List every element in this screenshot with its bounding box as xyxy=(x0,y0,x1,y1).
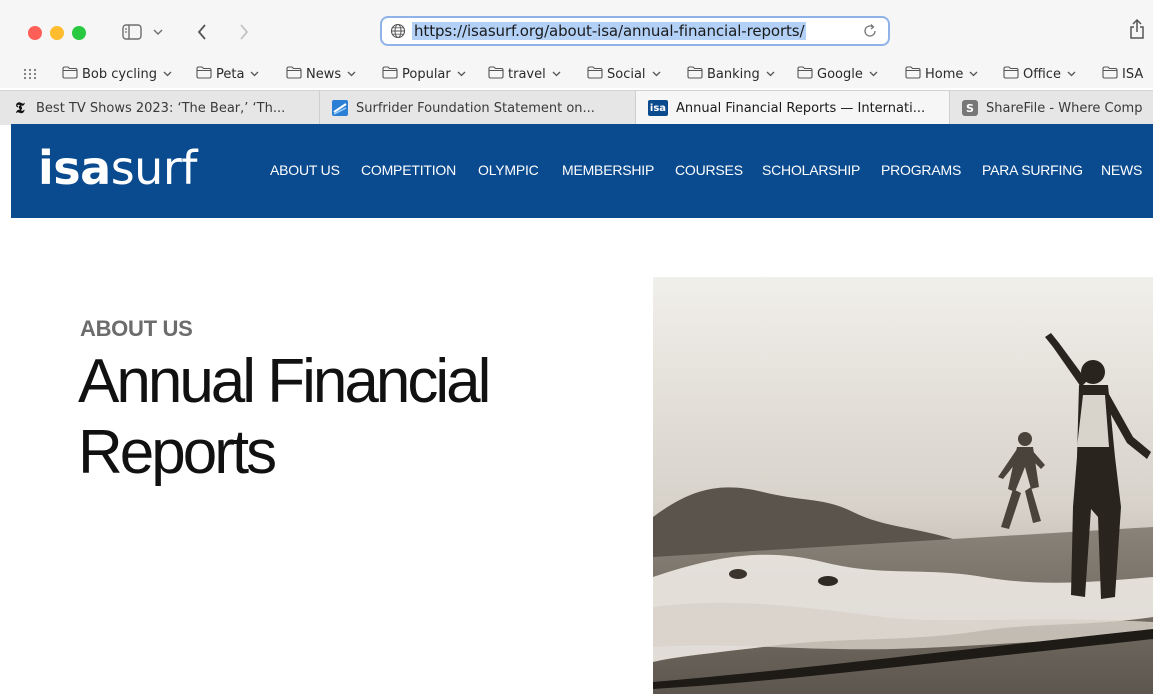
folder-icon xyxy=(196,66,212,83)
folder-icon xyxy=(488,66,504,83)
folder-icon xyxy=(286,66,302,83)
bookmark-folder-isa[interactable]: ISA xyxy=(1102,66,1143,83)
globe-icon xyxy=(390,23,406,44)
bookmark-folder-news[interactable]: News xyxy=(286,66,356,83)
chevron-down-icon xyxy=(347,70,356,80)
bookmark-folder-peta[interactable]: Peta xyxy=(196,66,259,83)
bookmark-folder-office[interactable]: Office xyxy=(1003,66,1076,83)
folder-icon xyxy=(1102,66,1118,83)
folder-icon xyxy=(687,66,703,83)
bookmark-label: Popular xyxy=(402,67,451,82)
browser-toolbar: https://isasurf.org/about-isa/annual-fin… xyxy=(0,0,1153,62)
bookmark-folder-home[interactable]: Home xyxy=(905,66,978,83)
reload-icon[interactable] xyxy=(862,23,878,44)
section-eyebrow: ABOUT US xyxy=(80,316,193,341)
chevron-down-icon xyxy=(552,70,561,80)
isasurf-logo[interactable]: isasurf xyxy=(38,142,197,194)
nav-competition[interactable]: COMPETITION xyxy=(361,162,456,178)
bookmark-folder-banking[interactable]: Banking xyxy=(687,66,775,83)
url-text[interactable]: https://isasurf.org/about-isa/annual-fin… xyxy=(412,22,807,40)
bookmarks-bar: Bob cycling Peta News Popular travel Social Ba… xyxy=(0,62,1153,88)
bookmark-label: News xyxy=(306,67,342,82)
bookmark-label: Banking xyxy=(707,67,760,82)
site-header: isasurf ABOUT US COMPETITION OLYMPIC MEM… xyxy=(11,124,1153,218)
chevron-down-icon xyxy=(652,70,661,80)
nav-about-us[interactable]: ABOUT US xyxy=(270,162,340,178)
hero-photo-surfers xyxy=(653,277,1153,694)
folder-icon xyxy=(382,66,398,83)
grid-icon[interactable] xyxy=(23,68,37,84)
chevron-down-icon xyxy=(163,70,172,80)
nyt-icon: 𝕿 xyxy=(15,99,25,117)
nav-scholarship[interactable]: SCHOLARSHIP xyxy=(762,162,860,178)
folder-icon xyxy=(62,66,78,83)
chevron-down-icon xyxy=(969,70,978,80)
chevron-down-icon[interactable] xyxy=(150,18,166,46)
tab-sharefile[interactable]: S ShareFile - Where Comp xyxy=(950,91,1153,125)
bookmark-label: Google xyxy=(817,67,863,82)
tab-surfrider[interactable]: Surfrider Foundation Statement on... xyxy=(320,91,636,125)
bookmark-folder-google[interactable]: Google xyxy=(797,66,878,83)
zoom-window-button[interactable] xyxy=(72,26,86,40)
bookmark-label: Home xyxy=(925,67,964,82)
page-title-line-1: Annual Financial xyxy=(78,347,491,416)
sharefile-icon: S xyxy=(962,100,978,116)
folder-icon xyxy=(587,66,603,83)
tab-title: Surfrider Foundation Statement on... xyxy=(356,100,595,116)
address-bar[interactable]: https://isasurf.org/about-isa/annual-fin… xyxy=(380,16,890,46)
nav-programs[interactable]: PROGRAMS xyxy=(881,162,961,178)
nav-news[interactable]: NEWS xyxy=(1101,162,1142,178)
chevron-down-icon xyxy=(869,70,878,80)
bookmark-folder-social[interactable]: Social xyxy=(587,66,661,83)
minimize-window-button[interactable] xyxy=(50,26,64,40)
bookmark-label: Social xyxy=(607,67,646,82)
page-title-line-2: Reports xyxy=(78,418,277,487)
chevron-down-icon xyxy=(457,70,466,80)
tab-title: Best TV Shows 2023: ‘The Bear,’ ‘Th... xyxy=(36,100,286,116)
page-title: Annual Financial Reports xyxy=(78,346,598,488)
bookmark-label: Bob cycling xyxy=(82,67,157,82)
folder-icon xyxy=(1003,66,1019,83)
bookmark-label: Peta xyxy=(216,67,245,82)
chevron-down-icon xyxy=(1067,70,1076,80)
folder-icon xyxy=(797,66,813,83)
nav-courses[interactable]: COURSES xyxy=(675,162,743,178)
folder-icon xyxy=(905,66,921,83)
nav-membership[interactable]: MEMBERSHIP xyxy=(562,162,654,178)
forward-arrow-icon[interactable] xyxy=(232,18,256,46)
sidebar-toggle-icon[interactable] xyxy=(118,18,146,46)
chevron-down-icon xyxy=(766,70,775,80)
surfrider-icon xyxy=(332,100,348,116)
tab-title: ShareFile - Where Comp xyxy=(986,100,1143,116)
nav-para-surfing[interactable]: PARA SURFING xyxy=(982,162,1083,178)
bookmark-folder-travel[interactable]: travel xyxy=(488,66,561,83)
bookmark-label: ISA xyxy=(1122,67,1144,82)
back-arrow-icon[interactable] xyxy=(190,18,214,46)
bookmark-label: travel xyxy=(508,67,546,82)
close-window-button[interactable] xyxy=(28,26,42,40)
tab-isa-active[interactable]: isa Annual Financial Reports — Internati… xyxy=(636,91,950,125)
chevron-down-icon xyxy=(250,70,259,80)
isa-icon: isa xyxy=(648,100,668,116)
share-icon[interactable] xyxy=(1128,18,1146,45)
tab-bar: 𝕿 Best TV Shows 2023: ‘The Bear,’ ‘Th...… xyxy=(0,90,1153,125)
nav-olympic[interactable]: OLYMPIC xyxy=(478,162,539,178)
bookmark-folder-bob-cycling[interactable]: Bob cycling xyxy=(62,66,172,83)
tab-title: Annual Financial Reports — Internati... xyxy=(676,100,926,116)
bookmark-folder-popular[interactable]: Popular xyxy=(382,66,466,83)
tab-nyt[interactable]: 𝕿 Best TV Shows 2023: ‘The Bear,’ ‘Th... xyxy=(0,91,320,125)
bookmark-label: Office xyxy=(1023,67,1061,82)
